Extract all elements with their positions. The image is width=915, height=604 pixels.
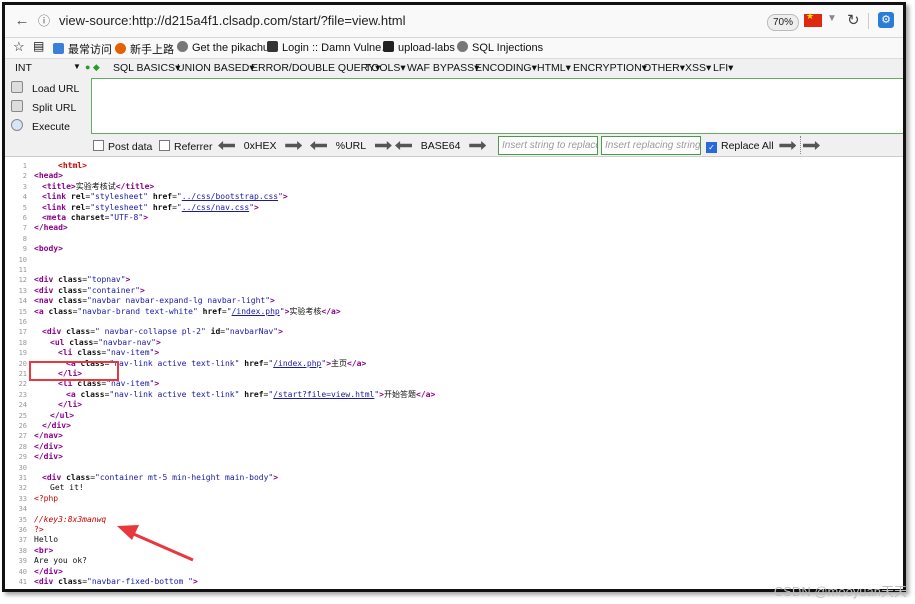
watermark: CSDN @mooyuan天天 [773,584,907,599]
annotation-arrow-icon [117,525,194,562]
arrow-head [117,525,139,540]
arrow-shaft [128,530,194,562]
browser-window: ← ⓘ view-source:http://d215a4f1.clsadp.c… [2,2,906,592]
